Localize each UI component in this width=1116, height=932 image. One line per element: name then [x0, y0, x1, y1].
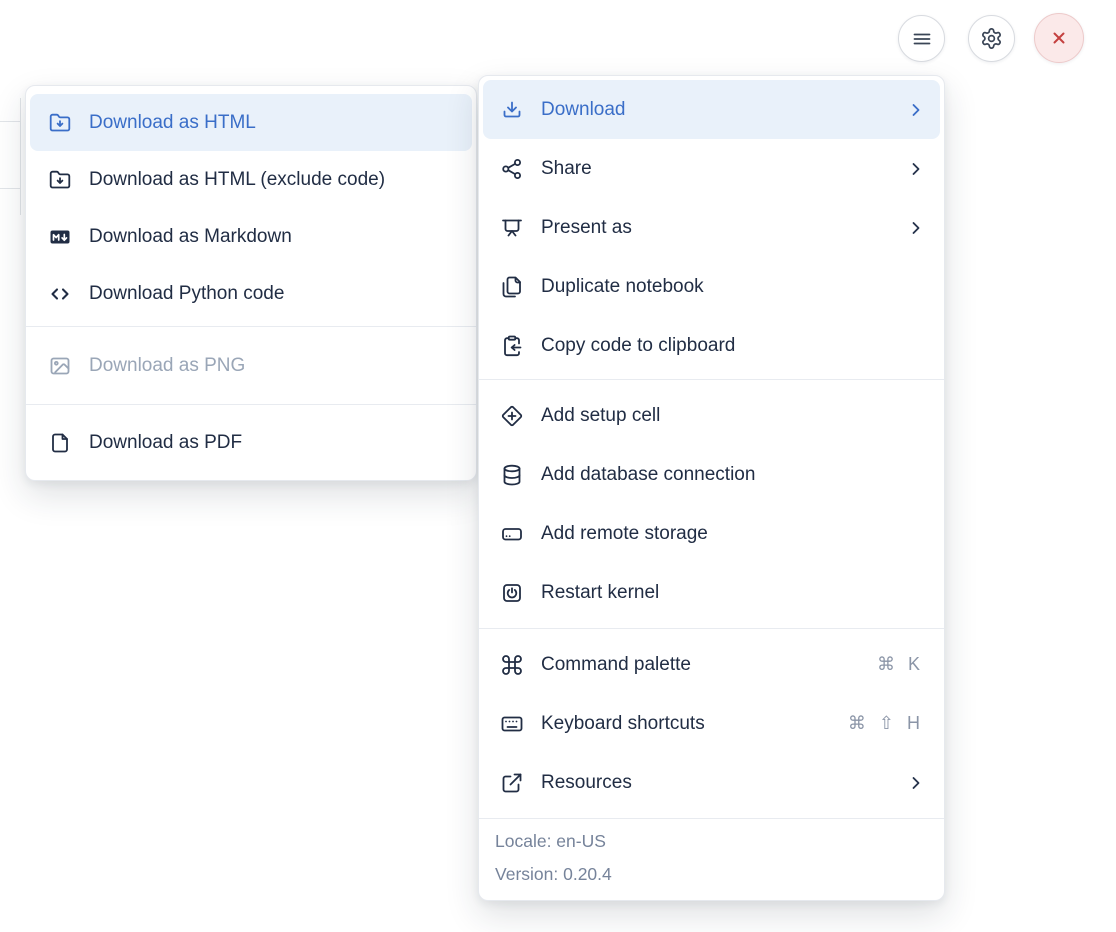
menu-item-restart-kernel[interactable]: Restart kernel: [483, 563, 940, 622]
folder-down-icon: [48, 111, 72, 135]
menu-item-download[interactable]: Download: [483, 80, 940, 139]
close-x-icon: [1047, 26, 1071, 50]
file-icon: [48, 431, 72, 455]
menu-item-add-remote-storage[interactable]: Add remote storage: [483, 504, 940, 563]
menu-item-label: Copy code to clipboard: [541, 335, 735, 357]
folder-down-icon: [48, 168, 72, 192]
menu-item-label: Keyboard shortcuts: [541, 713, 705, 735]
menu-item-label: Resources: [541, 772, 632, 794]
menu-item-copy-code-to-clipboard[interactable]: Copy code to clipboard: [483, 316, 940, 375]
share-icon: [500, 157, 524, 181]
chevron-right-icon: [906, 159, 926, 179]
chevron-right-icon: [906, 218, 926, 238]
menu-item-add-setup-cell[interactable]: Add setup cell: [483, 386, 940, 445]
menu-item-download-as-html[interactable]: Download as HTML: [30, 94, 472, 151]
menu-item-label: Download as HTML: [89, 112, 256, 134]
menu-item-add-database-connection[interactable]: Add database connection: [483, 445, 940, 504]
background-menu-edge-vertical: [20, 98, 21, 215]
close-button[interactable]: [1034, 13, 1084, 63]
duplicate-icon: [500, 275, 524, 299]
menu-item-label: Download: [541, 99, 626, 121]
menu-item-download-as-html-exclude-code[interactable]: Download as HTML (exclude code): [30, 151, 472, 208]
locale-text: Locale: en-US: [495, 825, 928, 858]
menu-item-label: Duplicate notebook: [541, 276, 704, 298]
clipboard-copy-icon: [500, 334, 524, 358]
menu-item-resources[interactable]: Resources: [483, 753, 940, 812]
keyboard-icon: [500, 712, 524, 736]
menu-item-label: Command palette: [541, 654, 691, 676]
menu-button[interactable]: [898, 15, 945, 62]
menu-item-download-as-markdown[interactable]: Download as Markdown: [30, 208, 472, 265]
background-menu-edge-line: [0, 188, 20, 189]
menu-item-present-as[interactable]: Present as: [483, 198, 940, 257]
power-icon: [500, 581, 524, 605]
menu-item-download-as-png: Download as PNG: [30, 337, 472, 394]
menu-item-label: Add setup cell: [541, 405, 660, 427]
menu-item-duplicate-notebook[interactable]: Duplicate notebook: [483, 257, 940, 316]
diamond-plus-icon: [500, 404, 524, 428]
shortcut-hint: ⌘ ⇧ H: [848, 713, 926, 734]
version-text: Version: 0.20.4: [495, 858, 928, 891]
database-icon: [500, 463, 524, 487]
menu-item-label: Present as: [541, 217, 632, 239]
gear-icon: [980, 27, 1003, 50]
notebook-actions-menu: Download Share Present as Duplicate note…: [478, 75, 945, 901]
menu-footer: Locale: en-US Version: 0.20.4: [479, 818, 944, 900]
download-icon: [500, 98, 524, 122]
image-icon: [48, 354, 72, 378]
background-menu-edge-line: [0, 121, 20, 122]
menu-item-keyboard-shortcuts[interactable]: Keyboard shortcuts ⌘ ⇧ H: [483, 694, 940, 753]
menu-item-share[interactable]: Share: [483, 139, 940, 198]
menu-item-download-as-pdf[interactable]: Download as PDF: [30, 414, 472, 471]
external-link-icon: [500, 771, 524, 795]
menu-item-label: Download Python code: [89, 283, 284, 305]
command-icon: [500, 653, 524, 677]
shortcut-hint: ⌘ K: [877, 654, 926, 675]
menu-item-command-palette[interactable]: Command palette ⌘ K: [483, 635, 940, 694]
menu-item-label: Restart kernel: [541, 582, 659, 604]
menu-item-label: Download as HTML (exclude code): [89, 169, 385, 191]
markdown-icon: [48, 225, 72, 249]
menu-item-label: Download as PDF: [89, 432, 242, 454]
hard-drive-icon: [500, 522, 524, 546]
chevron-right-icon: [906, 773, 926, 793]
menu-item-label: Add remote storage: [541, 523, 708, 545]
presentation-icon: [500, 216, 524, 240]
hamburger-icon: [910, 27, 934, 51]
settings-button[interactable]: [968, 15, 1015, 62]
menu-item-label: Share: [541, 158, 592, 180]
download-submenu: Download as HTML Download as HTML (exclu…: [25, 85, 477, 481]
menu-item-label: Download as PNG: [89, 355, 245, 377]
menu-item-download-python-code[interactable]: Download Python code: [30, 265, 472, 322]
code-icon: [48, 282, 72, 306]
menu-item-label: Download as Markdown: [89, 226, 292, 248]
chevron-right-icon: [906, 100, 926, 120]
menu-item-label: Add database connection: [541, 464, 755, 486]
